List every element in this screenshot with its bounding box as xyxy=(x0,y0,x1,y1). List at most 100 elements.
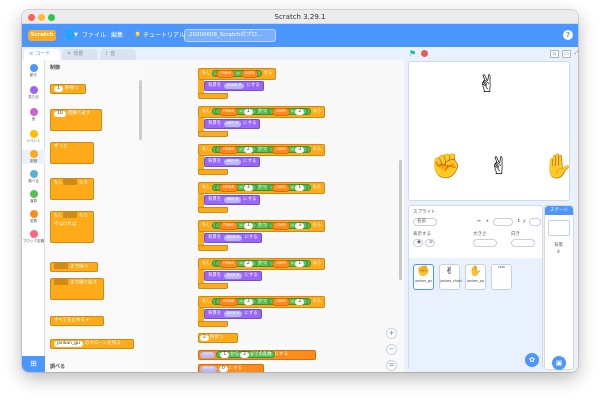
palette-stop-block[interactable]: すべてを止める ▾ xyxy=(50,316,104,326)
if-condition-row[interactable]: もし mine = 3 かつ com = 2 なら xyxy=(198,296,326,308)
small-stage-icon[interactable]: ▫ xyxy=(550,50,559,58)
chevron-down-icon: ▼ xyxy=(74,32,78,38)
stage-hand-rock[interactable]: ✊ xyxy=(431,154,461,178)
script-area[interactable]: もし mine = com なら 背景を draw ▾ にするもし mine = 1 かつ… xyxy=(146,60,404,372)
sprite-thumb-choki[interactable]: ✌ janken_choki xyxy=(439,264,462,290)
tab-sounds[interactable]: ♪ 音 xyxy=(100,49,136,60)
direction-input[interactable] xyxy=(511,239,535,247)
if-condition-row[interactable]: もし mine = 3 かつ com = 1 なら xyxy=(198,182,326,194)
menu-edit[interactable]: 編集 xyxy=(111,30,123,41)
if-block-foot xyxy=(198,283,228,289)
close-window-button[interactable] xyxy=(28,13,35,21)
stage-hand-top[interactable]: ✌ xyxy=(477,72,497,96)
help-icon[interactable]: ? xyxy=(563,30,573,40)
category-events[interactable]: イベント xyxy=(22,130,45,144)
minimize-window-button[interactable] xyxy=(38,13,45,21)
fullscreen-icon[interactable]: ⤢ xyxy=(572,50,578,58)
add-backdrop-icon[interactable]: ▣ xyxy=(552,356,566,370)
if-block-foot xyxy=(198,169,228,175)
palette-forever-block[interactable]: ずっと xyxy=(50,142,94,164)
if-label: もし xyxy=(202,223,211,228)
if-label: もし xyxy=(202,109,211,114)
zoom-in-icon[interactable]: + xyxy=(386,328,397,339)
x-arrows-icon: ↔ xyxy=(477,219,481,224)
add-extension-icon[interactable]: ⊞ xyxy=(22,356,45,372)
palette-wait-block[interactable]: 1 秒待つ xyxy=(50,84,86,94)
palette-repeat-until-block[interactable]: まで繰り返す xyxy=(50,278,104,300)
stage-hand-paper[interactable]: ✋ xyxy=(543,154,573,178)
stage-thumbnail[interactable] xyxy=(548,220,570,236)
palette-if-else-block[interactable]: もし なら でなければ xyxy=(50,211,94,243)
if-label: もし xyxy=(202,147,211,152)
fist-icon: ✊ xyxy=(417,266,430,277)
tab-backdrops[interactable]: ✎ 背景 xyxy=(62,49,98,60)
script-wait-block[interactable]: 2 秒待つ xyxy=(198,333,238,343)
show-label: 表示する xyxy=(413,232,431,237)
x-input[interactable] xyxy=(493,218,513,226)
stop-icon[interactable] xyxy=(421,50,428,57)
if-label: もし xyxy=(202,261,211,266)
menu-file[interactable]: ファイル xyxy=(82,30,106,41)
switch-backdrop-block[interactable]: 背景を lose ▾ にする xyxy=(204,233,262,243)
sprite-thumb-pa[interactable]: ✋ janken_pa xyxy=(465,264,486,290)
size-input[interactable] xyxy=(473,239,497,247)
switch-backdrop-block[interactable]: 背景を win ▾ にする xyxy=(204,119,261,129)
title-bar: Scratch 3.29.1 xyxy=(22,10,578,24)
project-title-input[interactable]: 20200608_Scratchのプロ... xyxy=(184,29,276,42)
show-visible-icon[interactable]: ◉ xyxy=(413,239,423,247)
if-condition-row[interactable]: もし mine = 2 かつ com = 1 なら xyxy=(198,258,326,270)
tab-code[interactable]: ≡ コード xyxy=(24,49,60,60)
category-sensing[interactable]: 調べる xyxy=(22,170,45,184)
green-flag-icon[interactable]: ⚑ xyxy=(409,49,416,58)
sprite-thumb-com[interactable]: com xyxy=(491,264,512,290)
sprite-thumb-gu[interactable]: ✊ janken_gu xyxy=(413,264,434,290)
switch-backdrop-block[interactable]: 背景を lose ▾ にする xyxy=(204,309,262,319)
palette-scrollbar[interactable] xyxy=(139,80,142,140)
if-condition-row[interactable]: もし mine = com なら xyxy=(198,68,277,80)
category-sound[interactable]: 音 xyxy=(22,108,45,122)
category-my-blocks[interactable]: ブロック定義 xyxy=(22,230,45,244)
sound-icon: ♪ xyxy=(105,51,109,57)
block-categories: 動き 見た目 音 イベント 制御 調べる 演算 変数 ブロック定義 ⊞ xyxy=(22,60,45,372)
zoom-reset-icon[interactable]: = xyxy=(386,360,397,371)
lightbulb-icon: 💡 xyxy=(134,32,142,39)
zoom-out-icon[interactable]: − xyxy=(386,344,397,355)
palette-if-block[interactable]: もし なら xyxy=(50,178,94,200)
if-condition-row[interactable]: もし mine = 1 かつ com = 2 なら xyxy=(198,106,326,118)
brush-icon: ✎ xyxy=(67,51,72,57)
category-variables[interactable]: 変数 xyxy=(22,210,45,224)
editor-tabs: ≡ コード ✎ 背景 ♪ 音 xyxy=(22,47,382,60)
sprite-name-input[interactable]: 名前 xyxy=(413,218,437,226)
script-scrollbar[interactable] xyxy=(399,160,402,280)
if-block-foot xyxy=(198,131,228,137)
switch-backdrop-block[interactable]: 背景を win ▾ にする xyxy=(204,195,261,205)
category-motion[interactable]: 動き xyxy=(22,64,45,78)
scratch-logo[interactable]: Scratch xyxy=(28,30,56,41)
stage-canvas[interactable]: ✌ ✊ ✌ ✋ xyxy=(408,61,573,201)
category-control[interactable]: 制御 xyxy=(22,150,45,164)
palette-wait-until-block[interactable]: まで待つ xyxy=(50,262,98,272)
zoom-window-button[interactable] xyxy=(48,13,55,21)
large-stage-icon[interactable]: ▭ xyxy=(562,50,571,58)
if-block-foot xyxy=(198,93,228,99)
script-set-mine-block[interactable]: mine 0 にする xyxy=(198,364,264,372)
add-sprite-icon[interactable]: ✿ xyxy=(525,353,539,367)
palette-repeat-block[interactable]: 10 回繰り返す xyxy=(50,109,102,131)
switch-backdrop-block[interactable]: 背景を lose ▾ にする xyxy=(204,271,262,281)
palette-create-clone-block[interactable]: jankan_gu のクローンを作る xyxy=(50,339,134,349)
switch-backdrop-block[interactable]: 背景を draw ▾ にする xyxy=(204,81,264,91)
hide-icon[interactable]: ⊘ xyxy=(425,239,435,247)
script-set-random-block[interactable]: com 1 から 3 までの乱数 にする xyxy=(198,350,316,360)
y-input[interactable] xyxy=(529,218,541,226)
scratch-window: Scratch 3.29.1 Scratch 🌐 ▼ ファイル 編集 💡 チュー… xyxy=(22,10,578,372)
category-looks[interactable]: 見た目 xyxy=(22,86,45,100)
switch-backdrop-block[interactable]: 背景を win ▾ にする xyxy=(204,157,261,167)
menu-tutorial[interactable]: チュートリアル xyxy=(143,30,185,41)
then-label: なら xyxy=(312,109,322,114)
stage-hand-scissors[interactable]: ✌ xyxy=(489,154,509,178)
size-label: 大きさ xyxy=(473,232,487,237)
if-condition-row[interactable]: もし mine = 2 かつ com = 3 なら xyxy=(198,144,326,156)
if-condition-row[interactable]: もし mine = 1 かつ com = 3 なら xyxy=(198,220,326,232)
category-operators[interactable]: 演算 xyxy=(22,190,45,204)
backdrop-label: 背景 xyxy=(554,243,563,248)
